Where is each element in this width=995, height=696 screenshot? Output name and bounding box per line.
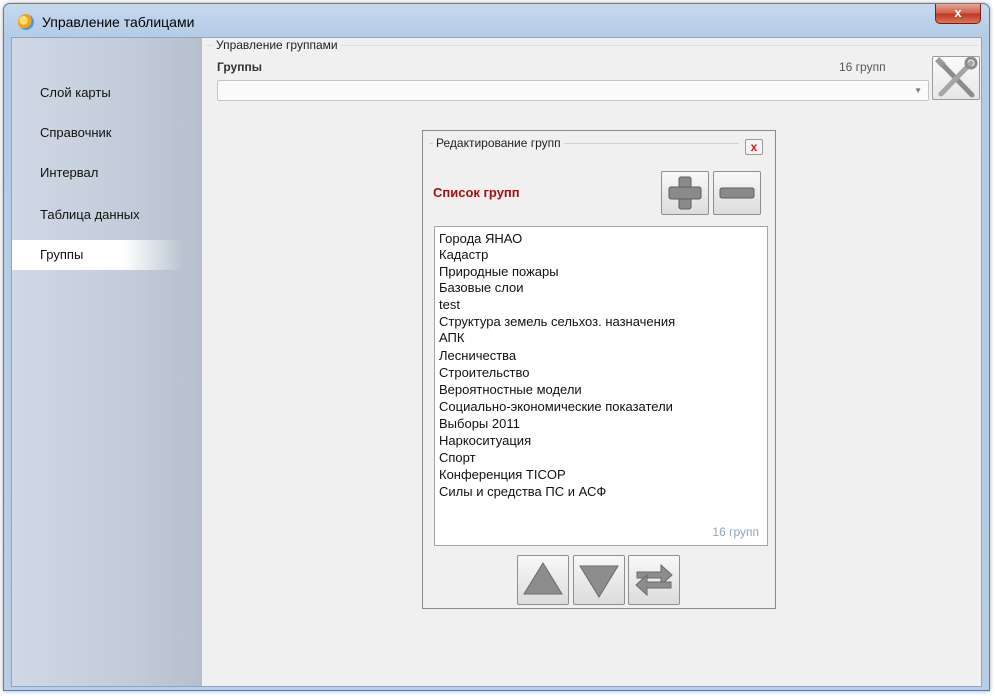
list-item[interactable]: Лесничества xyxy=(439,348,516,364)
group-editor-dialog: Редактирование групп x Список групп Горо… xyxy=(422,130,776,609)
list-item[interactable]: Выборы 2011 xyxy=(439,416,520,432)
groups-combobox[interactable]: ▼ xyxy=(217,80,929,101)
sidebar-item-interval[interactable]: Интервал xyxy=(12,158,182,188)
minus-icon xyxy=(719,187,755,199)
section-title: Управление группами xyxy=(213,38,341,52)
list-item[interactable]: Социально-экономические показатели xyxy=(439,399,673,415)
list-item[interactable]: Вероятностные модели xyxy=(439,382,582,398)
refresh-button[interactable] xyxy=(628,555,680,605)
list-item[interactable]: Города ЯНАО xyxy=(439,231,522,247)
list-item[interactable]: Базовые слои xyxy=(439,280,523,296)
list-header: Список групп xyxy=(433,185,520,200)
plus-icon xyxy=(668,176,702,210)
editor-title: Редактирование групп xyxy=(433,136,564,150)
arrow-up-icon xyxy=(523,562,563,595)
tools-button[interactable] xyxy=(932,56,980,100)
sidebar-item-map-layer[interactable]: Слой карты xyxy=(12,78,182,108)
arrow-down-icon xyxy=(579,565,619,598)
sidebar-item-reference[interactable]: Справочник xyxy=(12,118,182,148)
window-title: Управление таблицами xyxy=(42,14,195,30)
list-item[interactable]: Силы и средства ПС и АСФ xyxy=(439,484,606,500)
chevron-down-icon[interactable]: ▼ xyxy=(914,86,922,95)
list-item[interactable]: Спорт xyxy=(439,450,476,466)
refresh-icon xyxy=(635,563,673,597)
remove-group-button[interactable] xyxy=(713,171,761,215)
list-item[interactable]: test xyxy=(439,297,460,313)
app-icon xyxy=(18,14,34,30)
list-item[interactable]: Конференция TICOP xyxy=(439,467,566,483)
sidebar-item-groups[interactable]: Группы xyxy=(12,240,182,270)
list-item[interactable]: Структура земель сельхоз. назначения xyxy=(439,314,675,330)
groups-listbox[interactable]: Города ЯНАО Кадастр Природные пожары Баз… xyxy=(434,226,768,546)
title-bar[interactable]: Управление таблицами x xyxy=(4,4,989,38)
groups-count: 16 групп xyxy=(839,60,886,74)
app-window: Управление таблицами x Слой карты Справо… xyxy=(3,3,990,691)
editor-close-button[interactable]: x xyxy=(745,139,763,155)
list-item[interactable]: Строительство xyxy=(439,365,529,381)
add-group-button[interactable] xyxy=(661,171,709,215)
list-item[interactable]: Кадастр xyxy=(439,247,488,263)
list-item[interactable]: Наркоситуация xyxy=(439,433,531,449)
list-item[interactable]: Природные пожары xyxy=(439,264,559,280)
move-up-button[interactable] xyxy=(517,555,569,605)
items-count: 16 групп xyxy=(712,525,759,539)
move-down-button[interactable] xyxy=(573,555,625,605)
list-item[interactable]: АПК xyxy=(439,330,464,346)
sidebar-item-data-table[interactable]: Таблица данных xyxy=(12,200,182,230)
sidebar: Слой карты Справочник Интервал Таблица д… xyxy=(12,38,202,686)
groups-label: Группы xyxy=(217,60,262,74)
tools-icon xyxy=(935,57,978,98)
window-close-button[interactable]: x xyxy=(935,4,981,24)
